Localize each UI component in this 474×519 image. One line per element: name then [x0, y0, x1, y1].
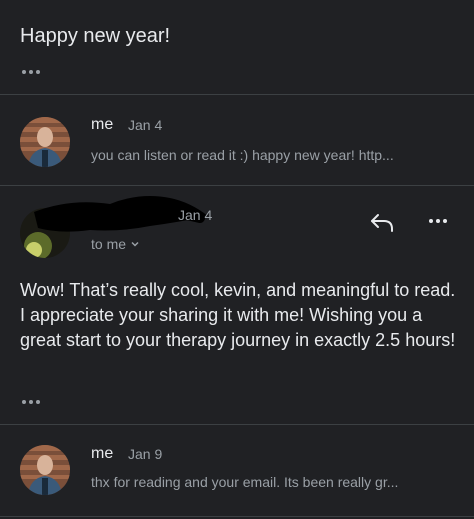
collapsed-message-row[interactable]: me Jan 9 thx for reading and your email.…	[0, 425, 474, 515]
message-date: Jan 9	[128, 446, 163, 462]
recipient-label: to me	[91, 236, 127, 252]
collapsed-message-row[interactable]: me Jan 4 you can listen or read it :) ha…	[0, 95, 474, 184]
divider	[0, 185, 474, 186]
recipient-details-toggle[interactable]: to me	[91, 236, 140, 252]
avatar	[20, 445, 70, 495]
show-trimmed-content-button[interactable]	[22, 400, 40, 404]
ellipsis-icon	[22, 70, 26, 74]
ellipsis-icon	[22, 400, 26, 404]
message-date: Jan 4	[178, 207, 213, 223]
show-trimmed-content-button[interactable]	[22, 70, 40, 74]
more-vertical-icon	[429, 219, 433, 223]
message-body-happy-new-year: Happy new year!	[20, 25, 171, 47]
divider	[0, 516, 474, 517]
sender-name: me	[91, 116, 114, 133]
message-snippet: you can listen or read it :) happy new y…	[91, 147, 394, 163]
reply-icon	[371, 214, 393, 232]
message-date: Jan 4	[128, 117, 163, 133]
chevron-down-icon	[130, 236, 140, 252]
reply-button[interactable]	[369, 211, 397, 235]
avatar	[20, 117, 70, 167]
more-options-button[interactable]	[429, 219, 447, 223]
sender-name: me	[91, 445, 114, 462]
message-body: Wow! That’s really cool, kevin, and mean…	[20, 280, 456, 350]
message-snippet: thx for reading and your email. Its been…	[91, 474, 399, 490]
